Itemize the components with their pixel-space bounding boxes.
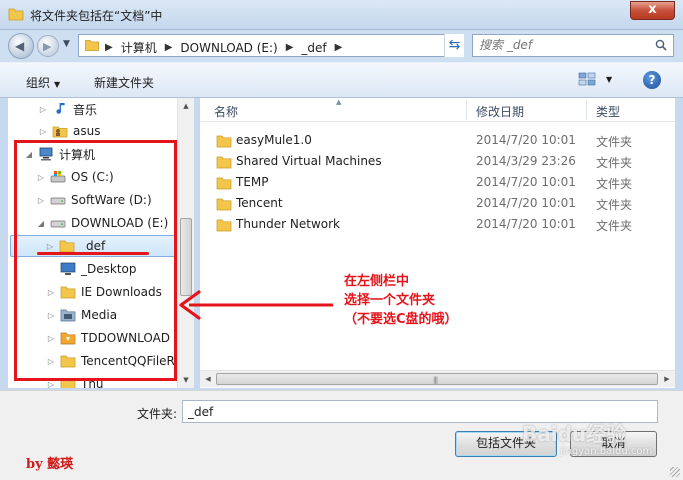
file-name: Tencent <box>236 196 283 210</box>
file-name: TEMP <box>236 175 269 189</box>
sidebar-scroll-thumb[interactable] <box>180 218 192 296</box>
file-name: easyMule1.0 <box>236 133 312 147</box>
chevron-right-icon[interactable]: ▶ <box>335 42 343 53</box>
annotation-line: （不要选C盘的哦） <box>344 312 458 327</box>
chevron-right-icon[interactable]: ▶ <box>165 42 173 53</box>
scroll-up-icon[interactable]: ▲ <box>178 98 194 114</box>
file-type: 文件夹 <box>596 219 633 233</box>
file-date: 2014/3/29 23:26 <box>476 154 576 168</box>
scroll-down-icon[interactable]: ▼ <box>178 372 194 388</box>
file-type: 文件夹 <box>596 198 633 212</box>
chevron-down-icon: ▼ <box>54 80 61 89</box>
folder-icon <box>216 156 232 169</box>
watermark-url: jingyan.baidu.com <box>560 446 653 457</box>
annotation-line: 选择一个文件夹 <box>344 293 436 308</box>
address-bar[interactable]: ▶ 计算机 ▶ DOWNLOAD (E:) ▶ _def ▶ ▼ <box>78 34 463 57</box>
close-icon: x <box>648 2 657 17</box>
column-header-date[interactable]: 修改日期 <box>476 103 524 120</box>
sort-ascending-icon: ▲ <box>336 98 342 106</box>
annotation-line: 在左侧栏中 <box>344 274 410 289</box>
tree-item-label: asus <box>73 124 101 138</box>
file-date: 2014/7/20 10:01 <box>476 175 576 189</box>
view-options-icon[interactable] <box>578 72 596 86</box>
file-type: 文件夹 <box>596 156 633 170</box>
column-header-name[interactable]: 名称 <box>214 103 238 120</box>
expand-icon[interactable]: ▷ <box>38 127 48 136</box>
scroll-left-icon[interactable]: ◀ <box>200 371 216 387</box>
column-headers: ▲ 名称 修改日期 类型 <box>200 98 675 122</box>
close-button[interactable]: x <box>630 1 675 20</box>
resize-grip[interactable] <box>670 467 680 477</box>
folder-label: 文件夹: <box>137 407 178 421</box>
file-date: 2014/7/20 10:01 <box>476 217 576 231</box>
file-row[interactable]: Tencent 2014/7/20 10:01 文件夹 <box>200 193 675 214</box>
forward-arrow-icon: ▶ <box>43 40 52 53</box>
file-type: 文件夹 <box>596 135 633 149</box>
annotation-callout: 在左侧栏中 选择一个文件夹 （不要选C盘的哦） <box>344 272 458 329</box>
command-toolbar: 组织 ▼ 新建文件夹 ▼ ? <box>0 62 683 98</box>
title-bar: 将文件夹包括在“文档”中 x <box>0 0 683 30</box>
tree-item-music[interactable]: ▷ 音乐 <box>38 98 97 120</box>
refresh-icon: ⇆ <box>448 37 461 53</box>
chevron-right-icon[interactable]: ▶ <box>105 42 113 53</box>
annotation-highlight-box <box>14 140 177 381</box>
file-list: ▲ 名称 修改日期 类型 easyMule1.0 2014/7/20 10:01 文… <box>200 98 675 388</box>
folder-icon <box>8 8 24 21</box>
organize-label: 组织 <box>26 76 51 90</box>
file-row[interactable]: Thunder Network 2014/7/20 10:01 文件夹 <box>200 214 675 235</box>
folder-icon <box>216 135 232 148</box>
file-row[interactable]: easyMule1.0 2014/7/20 10:01 文件夹 <box>200 130 675 151</box>
forward-button[interactable]: ▶ <box>37 35 59 57</box>
window-title: 将文件夹包括在“文档”中 <box>30 9 163 23</box>
breadcrumb-download-drive[interactable]: DOWNLOAD (E:) <box>180 41 277 55</box>
tree-item-asus[interactable]: ▷ asus <box>38 120 101 142</box>
chevron-right-icon[interactable]: ▶ <box>286 42 294 53</box>
recent-pages-dropdown[interactable]: ▼ <box>63 39 70 49</box>
expand-icon[interactable]: ▷ <box>38 105 48 114</box>
annotation-arrow-icon <box>179 290 333 320</box>
search-icon <box>655 39 667 51</box>
help-button[interactable]: ? <box>643 71 661 89</box>
organize-menu[interactable]: 组织 ▼ <box>26 74 60 91</box>
breadcrumb: ▶ 计算机 ▶ DOWNLOAD (E:) ▶ _def ▶ <box>105 39 342 56</box>
file-name: Thunder Network <box>236 217 340 231</box>
file-name: Shared Virtual Machines <box>236 154 382 168</box>
file-type: 文件夹 <box>596 177 633 191</box>
back-button[interactable]: ◀ <box>8 33 34 59</box>
search-box[interactable] <box>472 34 674 57</box>
column-divider[interactable] <box>466 100 467 120</box>
folder-icon <box>85 40 99 51</box>
grip-icon: ||| <box>433 376 438 384</box>
folder-icon <box>216 219 232 232</box>
annotation-underline <box>37 252 149 255</box>
author-byline: by 懿瑛 <box>26 457 74 472</box>
user-folder-icon <box>52 126 68 138</box>
tree-item-label: 音乐 <box>73 102 98 117</box>
file-row[interactable]: Shared Virtual Machines 2014/3/29 23:26 文件… <box>200 151 675 172</box>
sidebar-scrollbar[interactable]: ▲ ▼ <box>177 98 194 388</box>
file-date: 2014/7/20 10:01 <box>476 196 576 210</box>
navigation-bar: ◀ ▶ ▼ ▶ 计算机 ▶ DOWNLOAD (E:) ▶ _def ▶ ▼ ⇆ <box>0 30 683 62</box>
breadcrumb-def[interactable]: _def <box>301 41 326 55</box>
search-input[interactable] <box>479 38 649 52</box>
scroll-right-icon[interactable]: ▶ <box>659 371 675 387</box>
new-folder-button[interactable]: 新建文件夹 <box>94 74 154 91</box>
file-row[interactable]: TEMP 2014/7/20 10:01 文件夹 <box>200 172 675 193</box>
horizontal-scrollbar[interactable]: ◀ ||| ▶ <box>200 370 675 387</box>
horizontal-scroll-thumb[interactable]: ||| <box>216 373 658 385</box>
file-date: 2014/7/20 10:01 <box>476 133 576 147</box>
breadcrumb-computer[interactable]: 计算机 <box>121 39 157 56</box>
column-header-type[interactable]: 类型 <box>596 103 620 120</box>
back-arrow-icon: ◀ <box>15 39 25 53</box>
folder-icon <box>216 198 232 211</box>
music-icon <box>56 103 65 114</box>
folder-icon <box>216 177 232 190</box>
refresh-button[interactable]: ⇆ <box>444 34 464 57</box>
watermark: Baidu经验 <box>522 422 627 446</box>
view-dropdown-icon[interactable]: ▼ <box>606 75 612 84</box>
column-divider[interactable] <box>586 100 587 120</box>
